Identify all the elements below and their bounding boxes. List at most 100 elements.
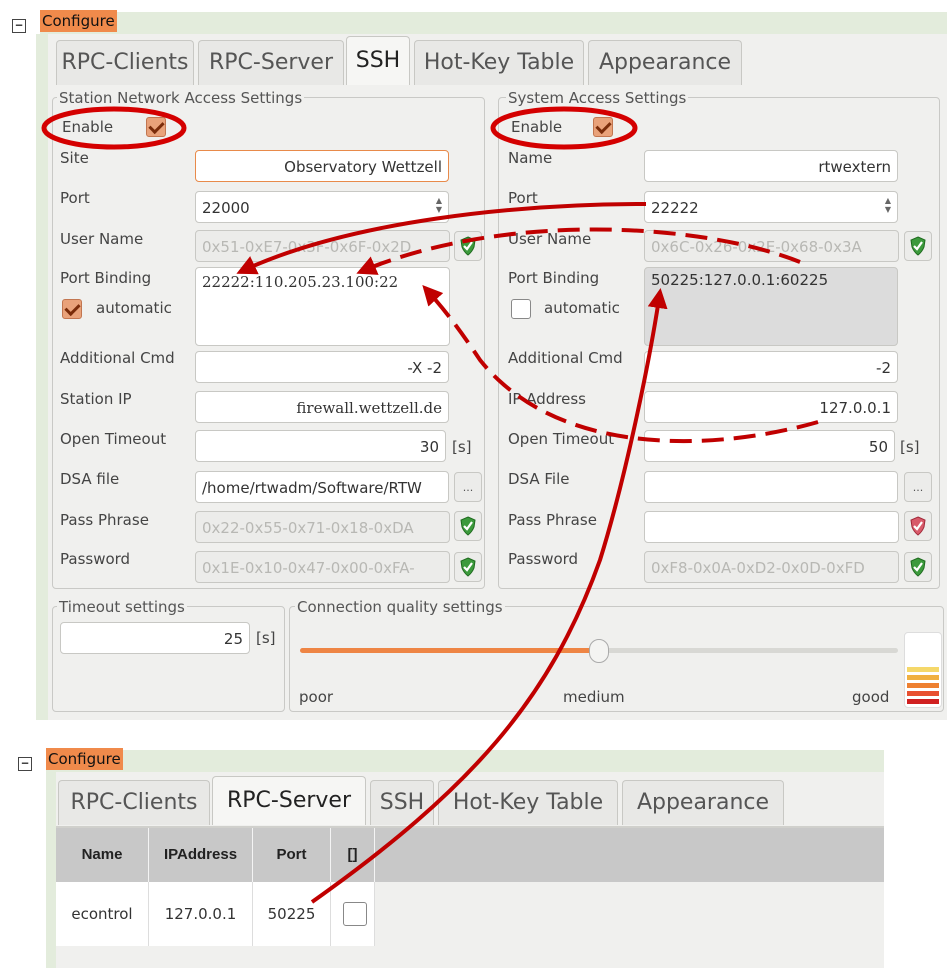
bottom-tab-rpc-clients[interactable]: RPC-Clients [58,780,210,825]
system-ip-input[interactable]: 127.0.0.1 [644,391,898,423]
spin-arrows-icon[interactable]: ▲ ▼ [434,196,444,218]
station-password-check-button[interactable] [454,552,482,582]
station-ip-input[interactable]: firewall.wettzell.de [195,391,449,423]
system-timeout-label: Open Timeout [508,430,615,448]
quality-meter-bar [907,699,939,704]
station-dsa-input[interactable]: /home/rtwadm/Software/RTW [195,471,449,503]
system-user-check-button[interactable] [904,231,932,261]
system-name-input[interactable]: rtwextern [644,150,898,182]
system-dsa-browse-button[interactable]: ... [904,472,932,502]
system-password-check-button[interactable] [904,552,932,582]
system-cmd-label: Additional Cmd [508,349,623,367]
system-ip-label: IP Address [508,390,586,408]
table-header-port[interactable]: Port [253,828,331,882]
timeout-input[interactable]: 25 [60,622,250,654]
station-timeout-label: Open Timeout [60,430,167,448]
system-password-input: 0xF8-0x0A-0xD2-0x0D-0xFD [644,551,899,583]
top-header-bar [40,12,947,34]
station-user-input: 0x51-0xE7-0x3F-0x6F-0x2D [195,230,450,262]
station-automatic-checkbox[interactable] [62,299,82,319]
tab-ssh[interactable]: SSH [346,36,410,85]
collapse-bottom-icon[interactable]: − [18,757,32,771]
system-group-title: System Access Settings [506,89,689,107]
quality-meter-bar [907,683,939,688]
top-side-strip [36,34,48,720]
system-binding-textarea[interactable]: 50225:127.0.0.1:60225 [644,267,898,346]
tab-rpc-clients[interactable]: RPC-Clients [56,40,194,85]
bottom-tab-hot-key-table[interactable]: Hot-Key Table [438,780,618,825]
collapse-top-icon[interactable]: − [12,19,26,33]
bottom-tab-rpc-server[interactable]: RPC-Server [212,776,366,825]
spin-arrows-icon[interactable]: ▲ ▼ [883,196,893,218]
table-header-filler [375,828,884,882]
system-automatic-label: automatic [544,299,620,317]
quality-meter-bar [907,691,939,696]
station-dsa-label: DSA file [60,470,120,488]
bottom-tab-appearance[interactable]: Appearance [622,780,784,825]
timeout-unit: [s] [256,629,276,647]
station-port-value: 22000 [202,199,250,217]
quality-poor-label: poor [299,688,334,706]
station-user-check-button[interactable] [454,231,482,261]
shield-check-icon [910,236,926,256]
system-enable-checkbox[interactable] [593,117,613,137]
system-user-input: 0x6C-0x26-0x2E-0x68-0x3A [644,230,899,262]
station-pass-input: 0x22-0x55-0x71-0x18-0xDA [195,511,450,543]
station-site-label: Site [60,149,89,167]
station-dsa-browse-button[interactable]: ... [454,472,482,502]
top-header-title: Configure [40,10,117,32]
system-timeout-input[interactable]: 50 [644,430,895,462]
table-row[interactable]: econtrol 127.0.0.1 50225 [56,882,375,946]
system-cmd-input[interactable]: -2 [644,351,898,383]
station-timeout-input[interactable]: 30 [195,430,446,462]
timeout-group-title: Timeout settings [57,598,187,616]
shield-check-icon [460,236,476,256]
station-ip-label: Station IP [60,390,132,408]
quality-meter-bar [907,675,939,680]
table-header-select[interactable]: [] [331,828,375,882]
tab-rpc-server[interactable]: RPC-Server [198,40,344,85]
system-automatic-checkbox[interactable] [511,299,531,319]
system-pass-input[interactable] [644,511,899,543]
system-port-stepper[interactable]: 22222 ▲ ▼ [644,191,898,223]
station-group-title: Station Network Access Settings [57,89,305,107]
station-enable-label: Enable [62,118,114,136]
station-site-input[interactable]: Observatory Wettzell [195,150,449,182]
table-cell-name: econtrol [56,882,149,946]
system-pass-error-button[interactable] [904,511,932,541]
system-pass-label: Pass Phrase [508,511,597,529]
station-port-stepper[interactable]: 22000 ▲ ▼ [195,191,449,223]
table-header-name[interactable]: Name [56,828,149,882]
system-dsa-input[interactable] [644,471,898,503]
table-header-ipaddress[interactable]: IPAddress [149,828,253,882]
quality-slider-fill [300,648,599,653]
station-pass-label: Pass Phrase [60,511,149,529]
quality-slider-track[interactable] [592,648,898,653]
station-password-label: Password [60,550,131,568]
station-binding-label: Port Binding [60,269,152,287]
station-user-label: User Name [60,230,144,248]
system-password-label: Password [508,550,579,568]
quality-slider-handle[interactable] [589,639,609,663]
system-timeout-unit: [s] [900,438,920,456]
tab-appearance[interactable]: Appearance [588,40,742,85]
bottom-side-strip [46,772,56,968]
station-pass-check-button[interactable] [454,511,482,541]
table-row-checkbox[interactable] [343,902,367,926]
tab-hot-key-table[interactable]: Hot-Key Table [414,40,584,85]
station-enable-checkbox[interactable] [146,117,166,137]
shield-check-icon [460,516,476,536]
system-port-label: Port [508,189,538,207]
station-timeout-unit: [s] [452,438,472,456]
quality-meter [904,632,942,708]
station-password-input: 0x1E-0x10-0x47-0x00-0xFA- [195,551,450,583]
system-binding-label: Port Binding [508,269,600,287]
station-cmd-input[interactable]: -X -2 [195,351,449,383]
station-binding-textarea[interactable]: 22222:110.205.23.100:22 [195,267,450,346]
bottom-header-bar [46,750,884,772]
bottom-header-title: Configure [46,748,123,770]
bottom-tab-ssh[interactable]: SSH [370,780,434,825]
system-dsa-label: DSA File [508,470,570,488]
quality-group-title: Connection quality settings [295,598,505,616]
system-port-value: 22222 [651,199,699,217]
